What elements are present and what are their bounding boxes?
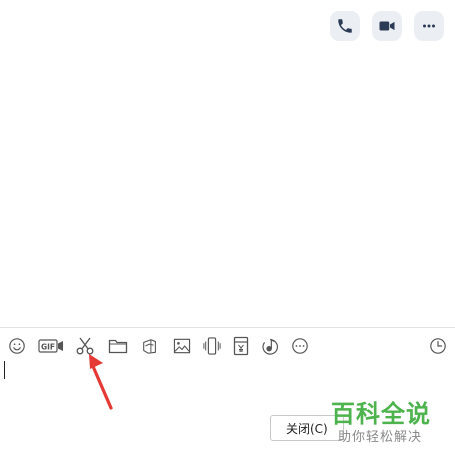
more-button[interactable] bbox=[414, 11, 444, 41]
input-divider bbox=[0, 327, 455, 328]
send-image-button[interactable] bbox=[172, 334, 192, 358]
gif-icon: GIF bbox=[38, 339, 63, 353]
red-arrow-annotation bbox=[89, 354, 113, 410]
video-call-button[interactable] bbox=[372, 11, 402, 41]
text-cursor[interactable] bbox=[4, 361, 5, 379]
more-tools-button[interactable] bbox=[290, 334, 310, 358]
emoji-icon bbox=[9, 338, 25, 354]
more-options-icon bbox=[292, 338, 308, 354]
shake-window-button[interactable] bbox=[202, 334, 222, 358]
more-horizontal-icon bbox=[423, 24, 435, 28]
gif-button[interactable]: GIF bbox=[38, 334, 64, 358]
watermark-title: 百科全说 bbox=[331, 400, 431, 428]
music-icon bbox=[262, 338, 278, 355]
voice-call-button[interactable] bbox=[330, 11, 360, 41]
emoji-button[interactable] bbox=[7, 334, 27, 358]
watermark: 百科全说 助你轻松解决 bbox=[328, 394, 448, 448]
phone-icon bbox=[338, 19, 352, 33]
red-packet-button[interactable] bbox=[231, 334, 251, 358]
image-icon bbox=[173, 338, 191, 354]
red-packet-icon bbox=[233, 336, 249, 356]
close-button-label: 关闭(C) bbox=[286, 421, 328, 436]
music-button[interactable] bbox=[260, 334, 280, 358]
video-camera-icon bbox=[379, 21, 395, 31]
shake-window-icon bbox=[203, 337, 221, 355]
watermark-subtitle: 助你轻松解决 bbox=[338, 430, 423, 445]
message-history-button[interactable] bbox=[428, 334, 448, 358]
input-toolbar: GIF bbox=[0, 334, 455, 358]
image-collage-icon bbox=[143, 339, 156, 354]
history-clock-icon bbox=[430, 338, 446, 354]
svg-text:GIF: GIF bbox=[41, 342, 55, 351]
collage-button[interactable] bbox=[140, 334, 160, 358]
